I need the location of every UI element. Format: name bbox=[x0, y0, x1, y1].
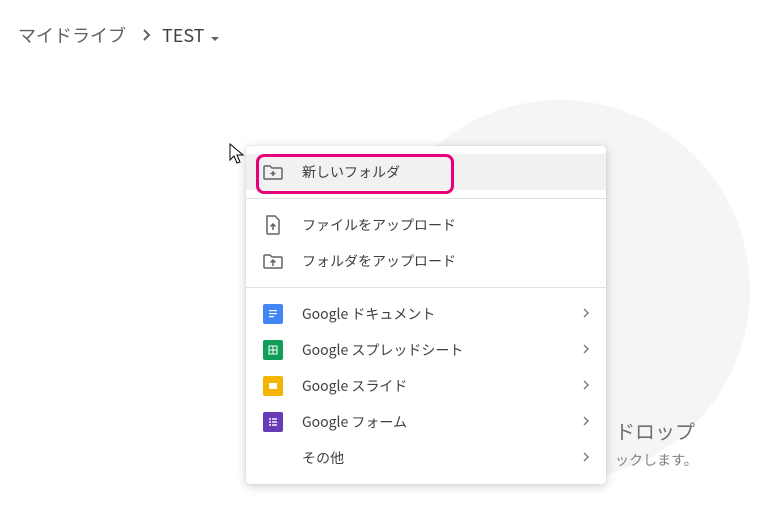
menu-google-docs-label: Google ドキュメント bbox=[302, 304, 582, 324]
upload-file-icon bbox=[262, 214, 284, 236]
chevron-right-icon bbox=[582, 448, 590, 468]
menu-google-slides-label: Google スライド bbox=[302, 376, 582, 396]
menu-new-folder[interactable]: 新しいフォルダ bbox=[246, 154, 606, 190]
chevron-right-icon bbox=[582, 304, 590, 324]
chevron-right-icon bbox=[582, 376, 590, 396]
breadcrumb-current-label: TEST bbox=[162, 22, 204, 48]
blank-icon bbox=[262, 447, 284, 469]
caret-down-icon bbox=[210, 22, 220, 48]
upload-folder-icon bbox=[262, 250, 284, 272]
google-sheets-icon bbox=[262, 339, 284, 361]
menu-google-sheets-label: Google スプレッドシート bbox=[302, 340, 582, 360]
menu-divider bbox=[246, 198, 606, 199]
menu-new-folder-label: 新しいフォルダ bbox=[302, 162, 590, 182]
menu-google-docs[interactable]: Google ドキュメント bbox=[246, 296, 606, 332]
chevron-right-icon bbox=[582, 412, 590, 432]
google-slides-icon bbox=[262, 375, 284, 397]
menu-divider bbox=[246, 287, 606, 288]
menu-upload-folder-label: フォルダをアップロード bbox=[302, 251, 590, 271]
menu-other[interactable]: その他 bbox=[246, 440, 606, 476]
menu-upload-file[interactable]: ファイルをアップロード bbox=[246, 207, 606, 243]
google-forms-icon bbox=[262, 411, 284, 433]
menu-google-forms[interactable]: Google フォーム bbox=[246, 404, 606, 440]
breadcrumb-root[interactable]: マイドライブ bbox=[12, 18, 132, 52]
empty-state-drop-text: ドロップ bbox=[615, 416, 695, 445]
menu-google-slides[interactable]: Google スライド bbox=[246, 368, 606, 404]
menu-other-label: その他 bbox=[302, 448, 582, 468]
menu-google-forms-label: Google フォーム bbox=[302, 412, 582, 432]
breadcrumb: マイドライブ TEST bbox=[0, 0, 780, 70]
google-docs-icon bbox=[262, 303, 284, 325]
empty-state-click-text: ックします。 bbox=[615, 450, 698, 470]
cursor-icon bbox=[229, 143, 245, 170]
new-folder-icon bbox=[262, 161, 284, 183]
menu-google-sheets[interactable]: Google スプレッドシート bbox=[246, 332, 606, 368]
menu-upload-folder[interactable]: フォルダをアップロード bbox=[246, 243, 606, 279]
breadcrumb-current[interactable]: TEST bbox=[162, 22, 220, 48]
chevron-right-icon bbox=[142, 22, 152, 48]
menu-upload-file-label: ファイルをアップロード bbox=[302, 215, 590, 235]
chevron-right-icon bbox=[582, 340, 590, 360]
context-menu: 新しいフォルダ ファイルをアップロード フォルダをアップロード Google ド… bbox=[246, 146, 606, 484]
